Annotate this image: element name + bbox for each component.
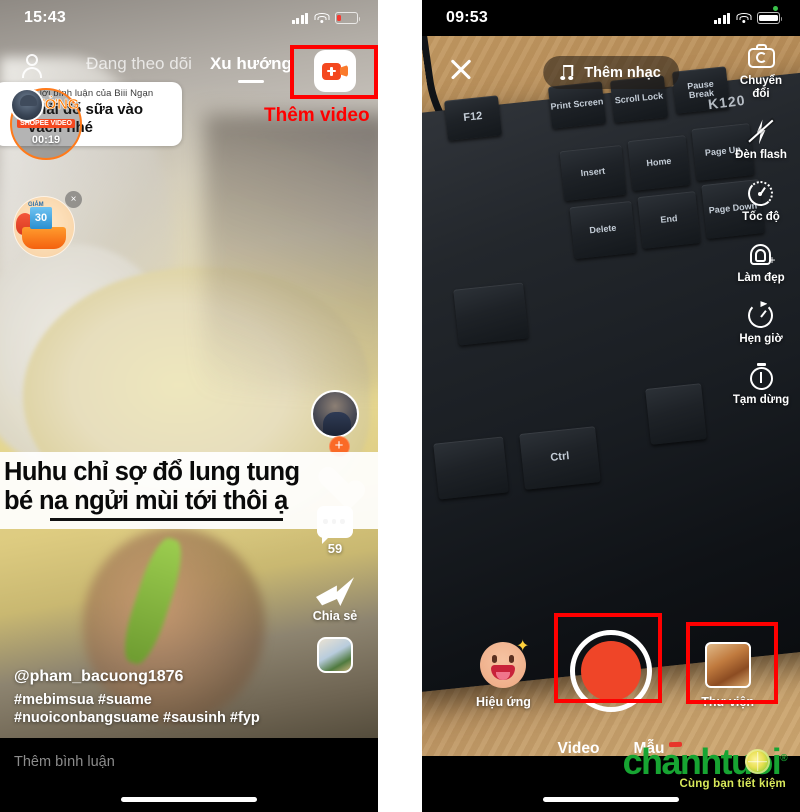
- lemon-icon: [745, 749, 770, 774]
- tool-label-toc-do: Tốc độ: [742, 210, 780, 223]
- tool-den-flash[interactable]: Đèn flash: [735, 118, 787, 162]
- key-delete: Delete: [569, 200, 637, 260]
- tab-xu-huong[interactable]: Xu hướng: [210, 54, 292, 74]
- wifi-icon: [736, 12, 751, 24]
- music-note-icon: [560, 65, 575, 80]
- promo-close-icon[interactable]: ×: [65, 191, 82, 208]
- promo-discount-card: 30: [30, 207, 52, 229]
- share-icon: [316, 574, 354, 606]
- flash-off-icon: [747, 118, 775, 145]
- camera-tools-rail: Chuyển đổi Đèn flash Tốc độ + Làm đẹp Hẹ…: [730, 44, 792, 425]
- status-indicators: [291, 12, 361, 24]
- promo-basket-bubble[interactable]: GIẢM 30 ×: [13, 191, 82, 258]
- effects-button[interactable]: ✦ Hiệu ứng: [476, 639, 531, 710]
- tool-label-chuyen-doi: Chuyển đổi: [739, 75, 783, 101]
- watermark-registered: ®: [780, 753, 787, 764]
- watermark-dash-icon: [668, 741, 682, 748]
- comment-input-bar[interactable]: Thêm bình luận: [0, 738, 378, 812]
- key-f12: F12: [444, 95, 502, 141]
- home-indicator: [543, 797, 679, 802]
- home-indicator: [121, 797, 257, 802]
- annotation-label-add-video: Thêm video: [264, 105, 370, 126]
- key-blank-1: [453, 282, 529, 346]
- signal-bars-icon: [713, 12, 730, 24]
- flip-camera-icon: [747, 44, 775, 71]
- left-phone-tiktok-feed: 15:43 Đang theo dõi Xu hướng Thêm video …: [0, 0, 378, 812]
- speed-icon: [747, 180, 774, 207]
- promo-discount-value: 30: [34, 211, 48, 224]
- beauty-icon: +: [747, 241, 775, 268]
- tool-chuyen-doi[interactable]: Chuyển đổi: [730, 44, 792, 101]
- promo-basket-icon: [22, 227, 66, 249]
- comment-input-placeholder: Thêm bình luận: [14, 754, 115, 770]
- add-video-camcorder-icon: [322, 62, 348, 80]
- key-home: Home: [627, 135, 691, 191]
- tool-lam-dep[interactable]: + Làm đẹp: [737, 241, 785, 285]
- add-video-wrap: [314, 50, 356, 92]
- share-action[interactable]: Chia sẻ: [313, 574, 357, 623]
- camera-bottom-controls: ✦ Hiệu ứng Thư viện: [422, 624, 800, 720]
- tab-dang-theo-doi[interactable]: Đang theo dõi: [86, 54, 192, 74]
- caption-hashtags-2[interactable]: #nuoiconbangsuame #sausinh #fyp: [14, 709, 294, 728]
- key-insert: Insert: [559, 144, 627, 202]
- key-end: End: [637, 191, 701, 249]
- close-icon[interactable]: [448, 56, 474, 82]
- subtitle-underline: [50, 518, 284, 522]
- right-status-bar: 09:53: [422, 0, 800, 36]
- wifi-icon: [314, 12, 329, 24]
- effects-label: Hiệu ứng: [476, 695, 531, 709]
- key-menu: [433, 436, 509, 500]
- smiley-effects-icon: ✦: [480, 639, 529, 688]
- battery-icon: [757, 12, 783, 24]
- add-music-button[interactable]: Thêm nhạc: [543, 56, 679, 89]
- left-status-bar: 15:43: [0, 0, 378, 36]
- record-button-inner: [581, 641, 641, 701]
- tool-label-hen-gio: Hẹn giờ: [739, 333, 783, 346]
- subtitle-line-1: Huhu chỉ sợ đổ lung tung: [4, 458, 300, 486]
- status-indicators: [713, 12, 783, 24]
- tab-video[interactable]: Video: [558, 740, 600, 758]
- signal-bars-icon: [291, 12, 308, 24]
- recording-dot-icon: [773, 6, 778, 11]
- subtitle-line-2: bé na ngửi mùi tới thôi ạ: [4, 486, 288, 515]
- chanhtuoi-watermark: chanhtuoi® Cùng bạn tiết kiệm: [623, 741, 788, 790]
- video-subtitle-band: Huhu chỉ sợ đổ lung tung bé na ngửi mùi …: [0, 452, 378, 530]
- tool-hen-gio[interactable]: Hẹn giờ: [739, 301, 783, 346]
- battery-icon: [335, 12, 361, 24]
- tool-label-den-flash: Đèn flash: [735, 149, 787, 162]
- video-caption: @pham_bacuong1876 #mebimsua #suame #nuoi…: [14, 668, 294, 728]
- shopee-reward-badge[interactable]: THƯỞNG SHOPEE VIDEO 00:19: [10, 88, 82, 160]
- tool-label-lam-dep: Làm đẹp: [737, 271, 785, 284]
- caption-hashtags-1[interactable]: #mebimsua #suame: [14, 691, 294, 710]
- tool-tam-dung[interactable]: Tạm dừng: [733, 363, 789, 407]
- key-ctrl: Ctrl: [519, 426, 601, 490]
- add-video-button[interactable]: [314, 50, 356, 92]
- watermark-brand: chanhtuoi®: [623, 741, 788, 780]
- add-music-label: Thêm nhạc: [584, 64, 661, 81]
- timer-icon: [747, 301, 774, 329]
- reward-timer: 00:19: [31, 133, 61, 146]
- key-arrow-up: [645, 383, 707, 445]
- record-button[interactable]: [570, 630, 652, 712]
- tool-label-tam-dung: Tạm dừng: [732, 394, 790, 407]
- tool-toc-do[interactable]: Tốc độ: [742, 180, 780, 224]
- status-time: 09:53: [446, 9, 488, 26]
- feed-action-rail: + 59 Chia sẻ: [304, 390, 366, 673]
- reward-avatar: [10, 88, 44, 122]
- person-icon[interactable]: [22, 54, 42, 78]
- screenshot-root: 15:43 Đang theo dõi Xu hướng Thêm video …: [0, 0, 800, 812]
- pause-icon: [748, 363, 775, 391]
- right-phone-camera: F12 Print Screen Scroll Lock Pause Break…: [422, 0, 800, 812]
- library-label: Thư viện: [701, 695, 754, 709]
- share-label: Chia sẻ: [312, 609, 358, 623]
- gallery-thumbnail: [704, 642, 751, 688]
- library-button[interactable]: Thư viện: [701, 642, 754, 709]
- music-album-icon[interactable]: [317, 637, 353, 673]
- status-time: 15:43: [24, 9, 66, 26]
- creator-avatar[interactable]: [311, 390, 359, 438]
- caption-username[interactable]: @pham_bacuong1876: [14, 668, 294, 686]
